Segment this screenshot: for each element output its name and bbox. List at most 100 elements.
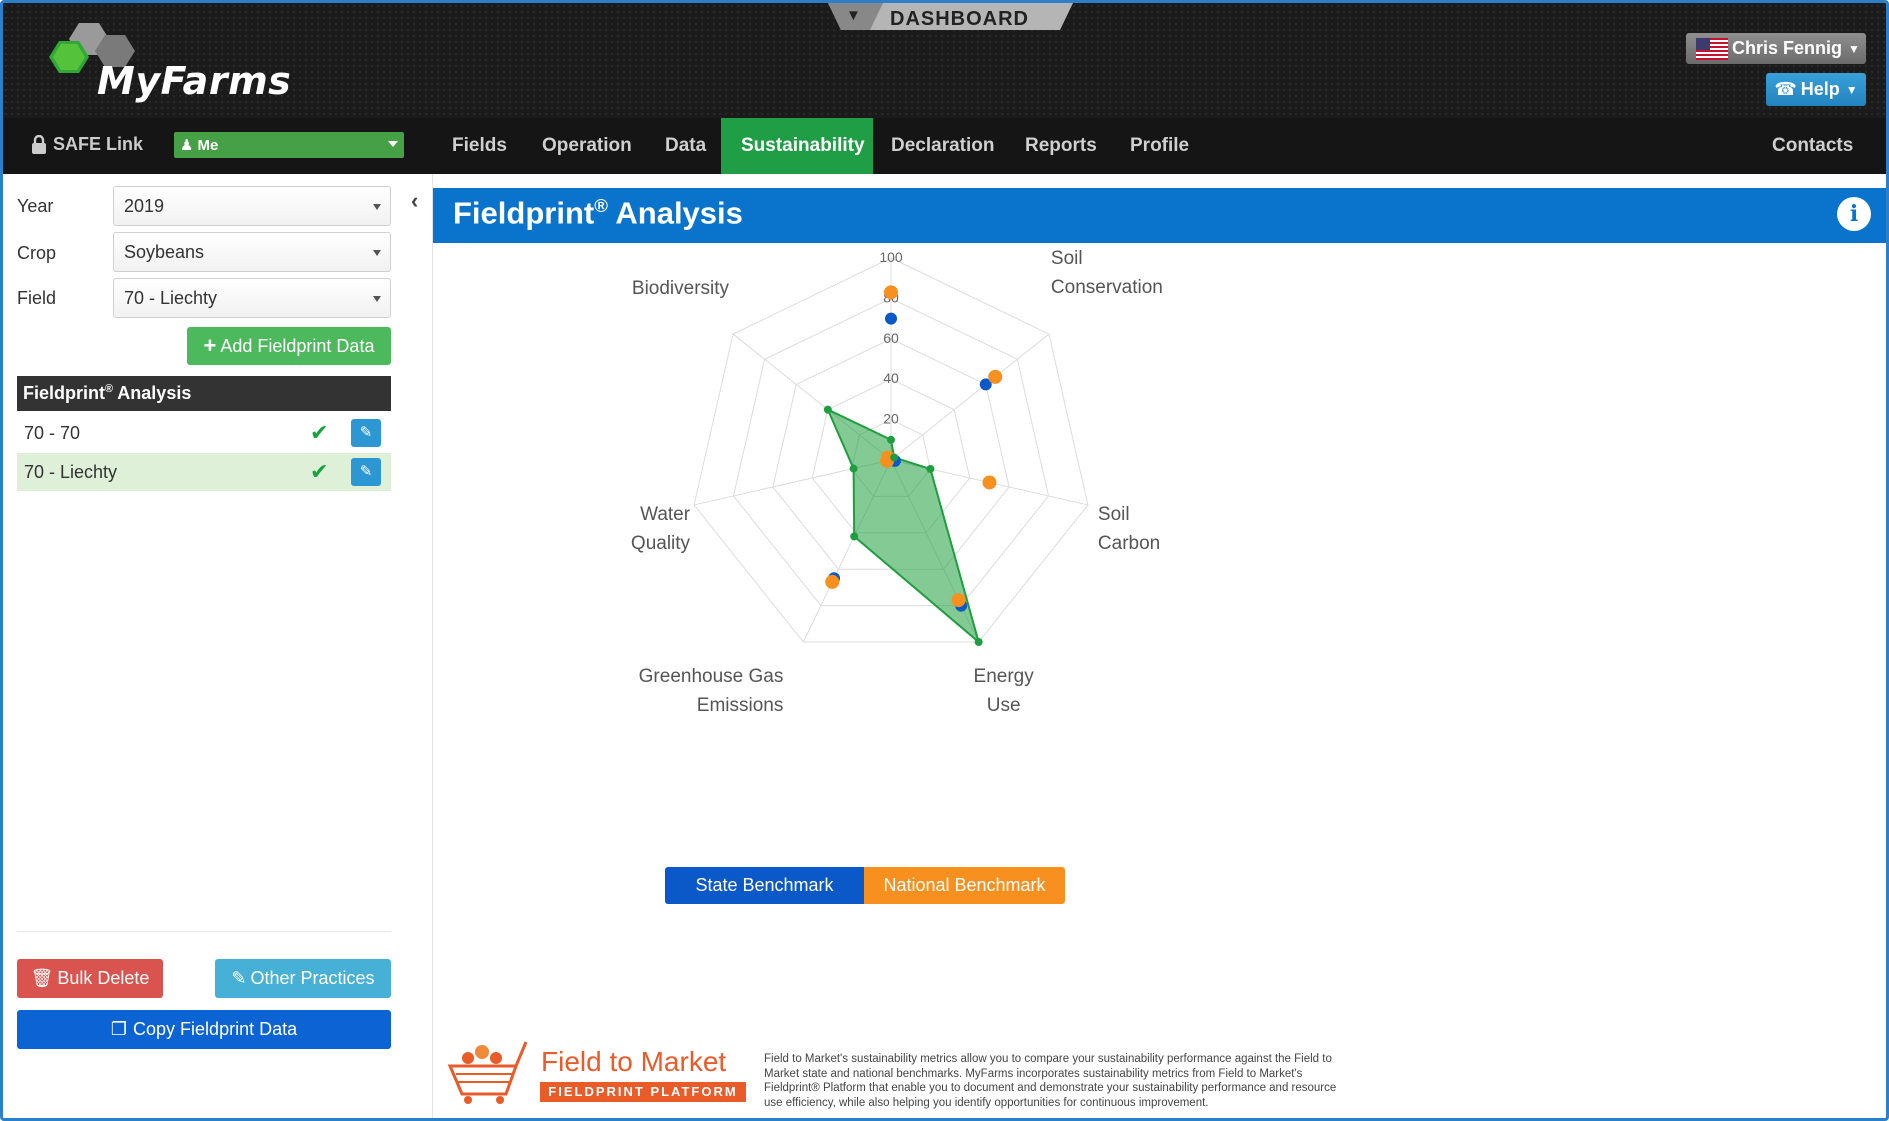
nav-operation[interactable]: Operation: [522, 118, 652, 174]
user-menu-button[interactable]: Chris Fennig ▼: [1686, 33, 1866, 64]
copy-fieldprint-label: Copy Fieldprint Data: [133, 1019, 298, 1039]
user-icon: ♟: [180, 137, 194, 154]
crop-label: Crop: [17, 243, 57, 263]
analysis-row-label: 70 - Liechty: [24, 462, 118, 482]
top-header: MyFarms ▼ DASHBOARD Chris Fennig ▼ ☎ Hel…: [3, 3, 1886, 118]
divider: [17, 931, 391, 932]
other-practices-label: Other Practices: [250, 968, 375, 988]
edit-pencil-icon[interactable]: ✎: [351, 458, 381, 486]
axis-label: Emissions: [697, 695, 784, 716]
axis-label: Use: [987, 695, 1021, 716]
grid-spoke: [890, 333, 1050, 461]
check-icon: ✔: [310, 420, 329, 445]
pencil-icon: ✎: [231, 968, 247, 988]
legend-national-benchmark[interactable]: National Benchmark: [864, 867, 1065, 904]
copy-icon: ❐: [110, 1019, 128, 1039]
edit-pencil-icon[interactable]: ✎: [351, 419, 381, 447]
field-point: [887, 435, 895, 444]
phone-icon: ☎: [1774, 79, 1797, 99]
lock-icon: [32, 134, 46, 154]
nav-fields[interactable]: Fields: [432, 118, 527, 174]
radar-chart: 20406080100Land UseSoilConservationSoilC…: [631, 248, 1163, 716]
caret-down-icon: [373, 296, 381, 302]
add-fieldprint-label: Add Fieldprint Data: [220, 335, 375, 356]
bulk-delete-label: Bulk Delete: [57, 968, 150, 988]
other-practices-button[interactable]: ✎ Other Practices: [215, 959, 391, 998]
trash-icon: 🗑: [30, 968, 54, 988]
benchmark-point: [885, 312, 897, 325]
fieldprint-analysis-header: Fieldprint® Analysis: [17, 376, 391, 411]
caret-down-icon: [373, 204, 381, 210]
nav-declaration[interactable]: Declaration: [871, 118, 1014, 174]
nav-reports[interactable]: Reports: [1005, 118, 1117, 174]
basket-logo-icon: [447, 1041, 528, 1104]
page-title: Fieldprint® Analysis: [453, 195, 743, 231]
axis-label: Soil: [1051, 248, 1083, 269]
benchmark-point: [884, 285, 898, 300]
add-fieldprint-data-button[interactable]: + Add Fieldprint Data: [187, 327, 391, 365]
fieldprint-platform-label: FIELDPRINT PLATFORM: [540, 1082, 746, 1102]
plus-icon: +: [203, 333, 217, 358]
field-to-market-logo: Field to Market FIELDPRINT PLATFORM: [446, 1038, 756, 1108]
axis-label: Conservation: [1051, 277, 1163, 298]
main-nav: SAFE Link ♟ Me Fields Operation Data Sus…: [3, 118, 1886, 174]
nav-sustainability[interactable]: Sustainability: [721, 118, 873, 174]
field-to-market-title: Field to Market: [541, 1046, 727, 1077]
benchmark-point: [825, 574, 840, 589]
field-value: 70 - Liechty: [124, 288, 218, 308]
axis-label: Greenhouse Gas: [639, 666, 784, 687]
tick-label: 40: [883, 370, 899, 386]
caret-down-icon: [373, 250, 381, 256]
dashboard-label: DASHBOARD: [890, 8, 1029, 30]
field-point: [890, 453, 899, 462]
dashboard-tab[interactable]: ▼ DASHBOARD: [828, 3, 1073, 30]
copy-fieldprint-data-button[interactable]: ❐ Copy Fieldprint Data: [17, 1010, 391, 1049]
benchmark-point: [988, 369, 1003, 384]
help-button[interactable]: ☎ Help ▼: [1766, 73, 1866, 106]
safe-link-label: SAFE Link: [53, 134, 144, 154]
me-label: Me: [197, 136, 219, 154]
chevron-down-icon: ▼: [1848, 41, 1860, 56]
safe-link-button[interactable]: SAFE Link: [31, 134, 143, 155]
myfarms-logo[interactable]: MyFarms: [47, 21, 327, 111]
analysis-title-bar: Fieldprint® Analysis i: [433, 188, 1886, 243]
field-point: [849, 464, 858, 473]
brand-name: MyFarms: [97, 59, 292, 103]
chevron-down-icon: ▼: [1845, 82, 1858, 97]
check-icon: ✔: [310, 459, 329, 484]
user-name: Chris Fennig: [1732, 38, 1843, 58]
benchmark-point: [982, 475, 997, 490]
analysis-list-item[interactable]: 70 - Liechty ✔ ✎: [17, 453, 391, 491]
benchmark-point: [951, 593, 966, 608]
year-select[interactable]: 2019: [113, 186, 391, 226]
axis-label: Biodiversity: [632, 278, 730, 299]
tick-label: 100: [879, 249, 903, 265]
axis-label: Quality: [631, 533, 691, 554]
axis-label: Soil: [1098, 504, 1130, 525]
info-icon[interactable]: i: [1837, 197, 1871, 231]
analysis-row-label: 70 - 70: [24, 423, 81, 443]
collapse-sidebar-icon[interactable]: ‹: [411, 188, 418, 214]
axis-label: Carbon: [1098, 533, 1160, 554]
legend-state-benchmark[interactable]: State Benchmark: [665, 867, 864, 904]
app-window: MyFarms ▼ DASHBOARD Chris Fennig ▼ ☎ Hel…: [0, 0, 1889, 1121]
nav-profile[interactable]: Profile: [1110, 118, 1209, 174]
field-label: Field: [17, 288, 57, 308]
help-label: Help: [1800, 79, 1840, 99]
field-point: [823, 405, 832, 414]
crop-select[interactable]: Soybeans: [113, 232, 391, 272]
analysis-list-item[interactable]: 70 - 70 ✔ ✎: [17, 414, 391, 452]
me-select[interactable]: ♟ Me: [174, 132, 404, 158]
axis-label: Water: [640, 504, 691, 525]
field-point: [926, 464, 935, 473]
nav-contacts[interactable]: Contacts: [1752, 118, 1873, 174]
sidebar: ‹ Year 2019 Crop Soybeans Field 70 - Lie…: [3, 174, 433, 1118]
field-point: [974, 637, 983, 646]
crop-value: Soybeans: [124, 242, 205, 262]
bulk-delete-button[interactable]: 🗑 Bulk Delete: [17, 959, 163, 998]
year-label: Year: [17, 196, 54, 216]
field-select[interactable]: 70 - Liechty: [113, 278, 391, 318]
caret-down-icon: [388, 141, 398, 147]
us-flag-icon: [1696, 37, 1728, 60]
nav-data[interactable]: Data: [645, 118, 726, 174]
